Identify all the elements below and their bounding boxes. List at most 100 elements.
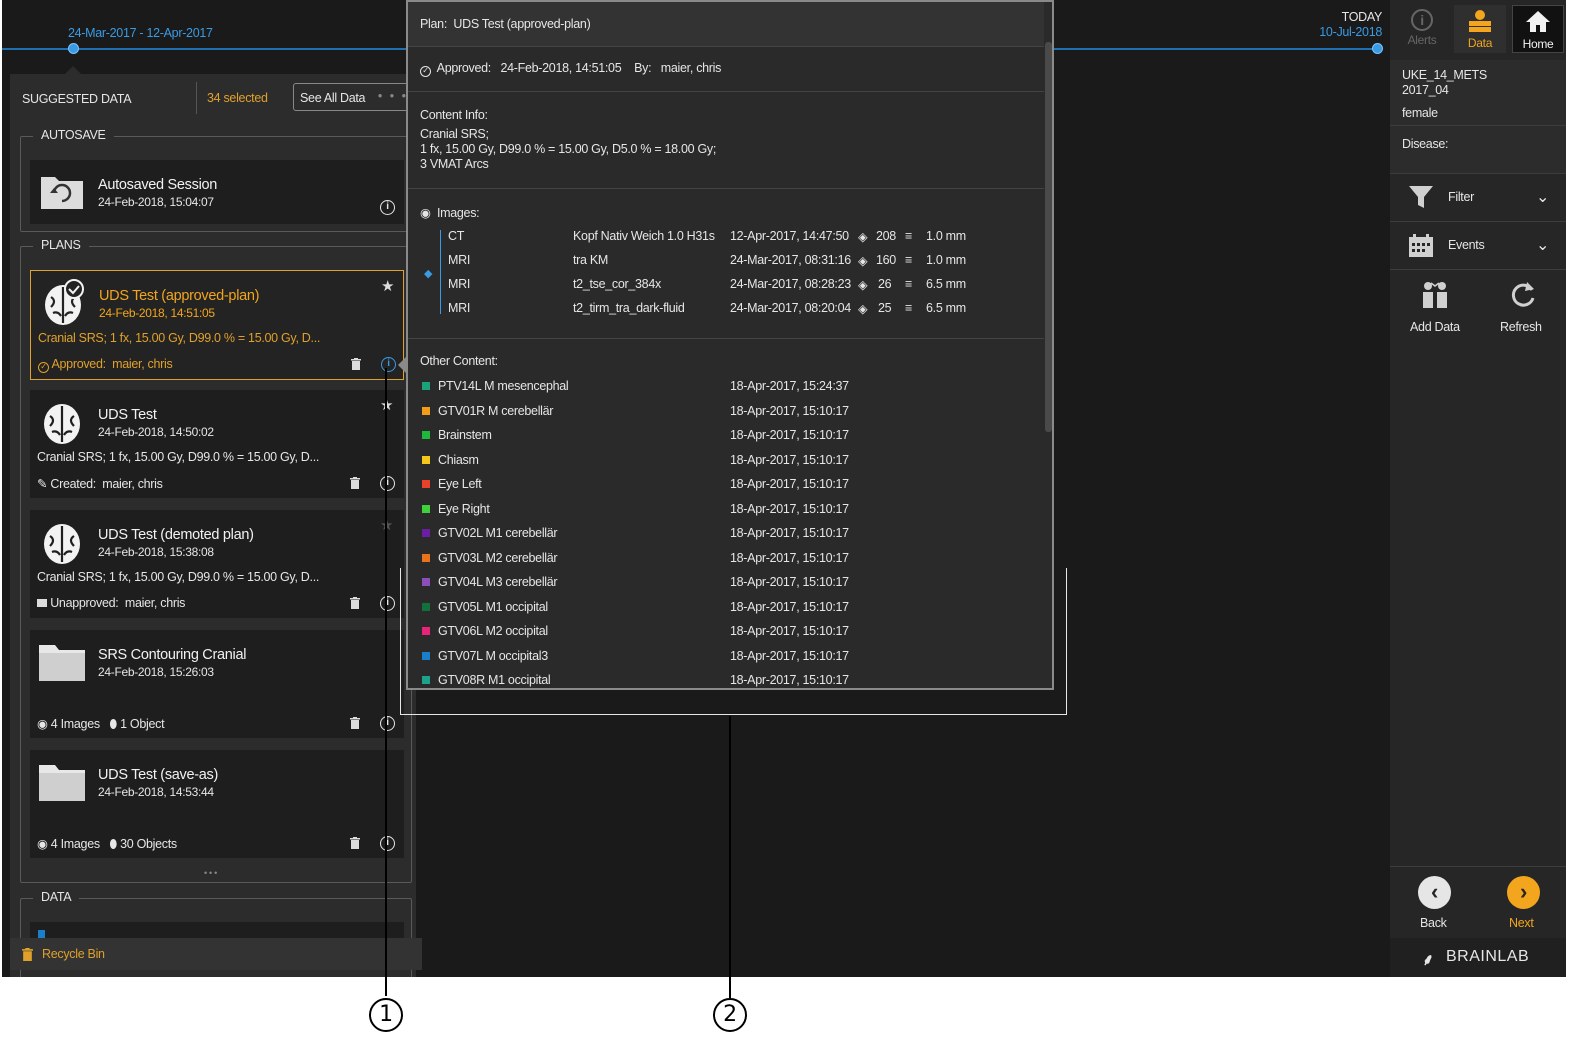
timeline-range: 24-Mar-2017 - 12-Apr-2017	[68, 26, 213, 40]
other-content-row[interactable]: GTV03L M2 cerebellär 18-Apr-2017, 15:10:1…	[408, 549, 1044, 571]
data-title: DATA	[33, 890, 80, 904]
object-name: GTV01R M cerebellär	[438, 403, 554, 418]
object-color-swatch	[422, 578, 430, 586]
images-count: 4 Images	[50, 717, 100, 731]
plan-status: Unapproved: maier, chris	[37, 596, 185, 610]
status-label: Unapproved:	[50, 596, 119, 610]
by-label: By:	[634, 61, 652, 75]
next-arrow-icon: ›	[1507, 876, 1540, 909]
plan-details-popup: Plan: UDS Test (approved-plan) ✓ Approve…	[406, 0, 1054, 690]
bracket-line	[400, 714, 1066, 715]
brain-approved-icon	[45, 279, 84, 325]
other-content-row[interactable]: GTV02L M1 cerebellär 18-Apr-2017, 15:10:1…	[408, 524, 1044, 546]
favorite-star-icon[interactable]: ★	[380, 516, 393, 534]
tab-divider	[196, 82, 197, 114]
selected-count[interactable]: 34 selected	[207, 91, 268, 105]
tab-suggested-data[interactable]: SUGGESTED DATA	[22, 92, 132, 106]
plan-card-demoted[interactable]: UDS Test (demoted plan) 24-Feb-2018, 15:…	[30, 510, 404, 618]
image-modality: MRI	[448, 301, 471, 315]
trash-icon[interactable]	[351, 358, 361, 370]
other-content-row[interactable]: GTV01R M cerebellär 18-Apr-2017, 15:10:17	[408, 402, 1044, 424]
trash-icon[interactable]	[350, 717, 360, 729]
trash-icon[interactable]	[350, 477, 360, 489]
plan-label: Plan:	[420, 17, 447, 31]
plan-card-srs-contouring[interactable]: SRS Contouring Cranial 24-Feb-2018, 15:2…	[30, 630, 404, 738]
see-all-data-button[interactable]: See All Data • • •	[293, 83, 411, 111]
object-name: GTV07L M occipital3	[438, 648, 548, 663]
more-plans-dots[interactable]: • • •	[204, 868, 217, 878]
next-button[interactable]: › Next	[1478, 868, 1566, 934]
next-label: Next	[1509, 916, 1534, 930]
trash-icon[interactable]	[350, 597, 360, 609]
image-row[interactable]: CT Kopf Nativ Weich 1.0 H31s 12-Apr-2017…	[408, 226, 1044, 250]
disease-label: Disease:	[1402, 137, 1449, 151]
filter-icon	[1409, 186, 1433, 208]
images-icon: ◉	[37, 717, 48, 731]
other-content-row[interactable]: GTV06L M2 occipital 18-Apr-2017, 15:10:17	[408, 622, 1044, 644]
home-button[interactable]: Home	[1512, 5, 1564, 53]
other-content-row[interactable]: Brainstem 18-Apr-2017, 15:10:17	[408, 426, 1044, 448]
images-label: Images:	[436, 206, 480, 220]
recycle-bin-bar[interactable]: Recycle Bin	[10, 938, 422, 970]
image-row[interactable]: MRI t2_tse_cor_384x 24-Mar-2017, 08:28:2…	[408, 274, 1044, 298]
image-row[interactable]: MRI t2_tirm_tra_dark-fluid 24-Mar-2017, …	[408, 298, 1044, 322]
filter-button[interactable]: Filter ⌄	[1390, 174, 1566, 222]
popup-content-info: Content Info: Cranial SRS; 1 fx, 15.00 G…	[408, 92, 1044, 189]
images-count: 4 Images	[50, 837, 100, 851]
approved-check-icon: ✓	[420, 66, 431, 77]
refresh-button[interactable]: Refresh	[1478, 276, 1566, 340]
timeline-start-handle[interactable]	[68, 43, 79, 54]
info-icon[interactable]: i	[380, 200, 395, 215]
object-date: 18-Apr-2017, 15:10:17	[730, 648, 849, 663]
events-button[interactable]: Events ⌄	[1390, 222, 1566, 270]
content-line: 3 VMAT Arcs	[420, 157, 489, 171]
info-icon-active[interactable]: i	[381, 357, 396, 372]
thickness-icon: ≡	[905, 253, 912, 267]
other-content-row[interactable]: Eye Left 18-Apr-2017, 15:10:17	[408, 475, 1044, 497]
other-content-row[interactable]: GTV04L M3 cerebellär 18-Apr-2017, 15:10:1…	[408, 573, 1044, 595]
info-icon[interactable]: i	[380, 716, 395, 731]
image-thickness: 6.5 mm	[926, 277, 966, 291]
alerts-button[interactable]: i Alerts	[1396, 5, 1448, 53]
trash-icon[interactable]	[350, 837, 360, 849]
plan-status: ✓ Approved: maier, chris	[38, 357, 173, 373]
other-content-row[interactable]: GTV05L M1 occipital 18-Apr-2017, 15:10:17	[408, 598, 1044, 620]
callout-1: 1	[369, 998, 403, 1032]
add-data-button[interactable]: Add Data	[1390, 276, 1478, 340]
info-icon[interactable]: i	[380, 836, 395, 851]
data-card-partial[interactable]	[30, 922, 404, 938]
image-row[interactable]: MRI tra KM 24-Mar-2017, 08:31:16 ◈ 160 ≡…	[408, 250, 1044, 274]
data-tabs: SUGGESTED DATA 34 selected See All Data …	[10, 74, 416, 120]
suggested-data-panel: SUGGESTED DATA 34 selected See All Data …	[10, 74, 416, 977]
other-content-row[interactable]: Eye Right 18-Apr-2017, 15:10:17	[408, 500, 1044, 522]
slices-icon: ◈	[858, 230, 868, 244]
other-content-row[interactable]: PTV14L M mesencephal 18-Apr-2017, 15:24:3…	[408, 377, 1044, 399]
favorite-star-icon[interactable]: ★	[380, 396, 393, 414]
callout-line-1	[385, 368, 387, 996]
info-icon[interactable]: i	[380, 596, 395, 611]
other-content-row[interactable]: GTV08R M1 occipital 18-Apr-2017, 15:10:17	[408, 671, 1044, 688]
today-date: 10-Jul-2018	[1319, 25, 1382, 39]
popup-scrollbar[interactable]	[1045, 42, 1052, 432]
popup-pointer	[398, 357, 406, 373]
favorite-star-icon[interactable]: ★	[381, 277, 394, 295]
status-label: Created:	[50, 477, 96, 491]
autosave-card[interactable]: Autosaved Session 24-Feb-2018, 15:04:07 …	[30, 160, 404, 224]
back-button[interactable]: ‹ Back	[1390, 868, 1478, 934]
plan-card-approved[interactable]: UDS Test (approved-plan) 24-Feb-2018, 14…	[30, 270, 404, 380]
autosave-title: AUTOSAVE	[33, 128, 114, 142]
object-color-swatch	[422, 504, 430, 513]
slices-icon: ◈	[858, 302, 868, 316]
object-date: 18-Apr-2017, 15:10:17	[730, 501, 849, 516]
info-icon[interactable]: i	[380, 476, 395, 491]
other-content-row[interactable]: Chiasm 18-Apr-2017, 15:10:17	[408, 451, 1044, 473]
approved-date: 24-Feb-2018, 14:51:05	[500, 61, 622, 75]
other-content-row[interactable]: GTV07L M occipital3 18-Apr-2017, 15:10:17	[408, 647, 1044, 669]
approval-line: ✓ Approved: 24-Feb-2018, 14:51:05 By: ma…	[420, 61, 721, 77]
plan-card-save-as[interactable]: UDS Test (save-as) 24-Feb-2018, 14:53:44…	[30, 750, 404, 858]
brand-bar: ⸙ BRAINLAB	[1390, 938, 1566, 977]
plan-status: ✎ Created: maier, chris	[37, 476, 163, 491]
chevron-down-icon: ⌄	[1536, 237, 1550, 254]
data-button[interactable]: Data	[1454, 5, 1506, 53]
plan-card-uds-test[interactable]: UDS Test 24-Feb-2018, 14:50:02 Cranial S…	[30, 390, 404, 498]
